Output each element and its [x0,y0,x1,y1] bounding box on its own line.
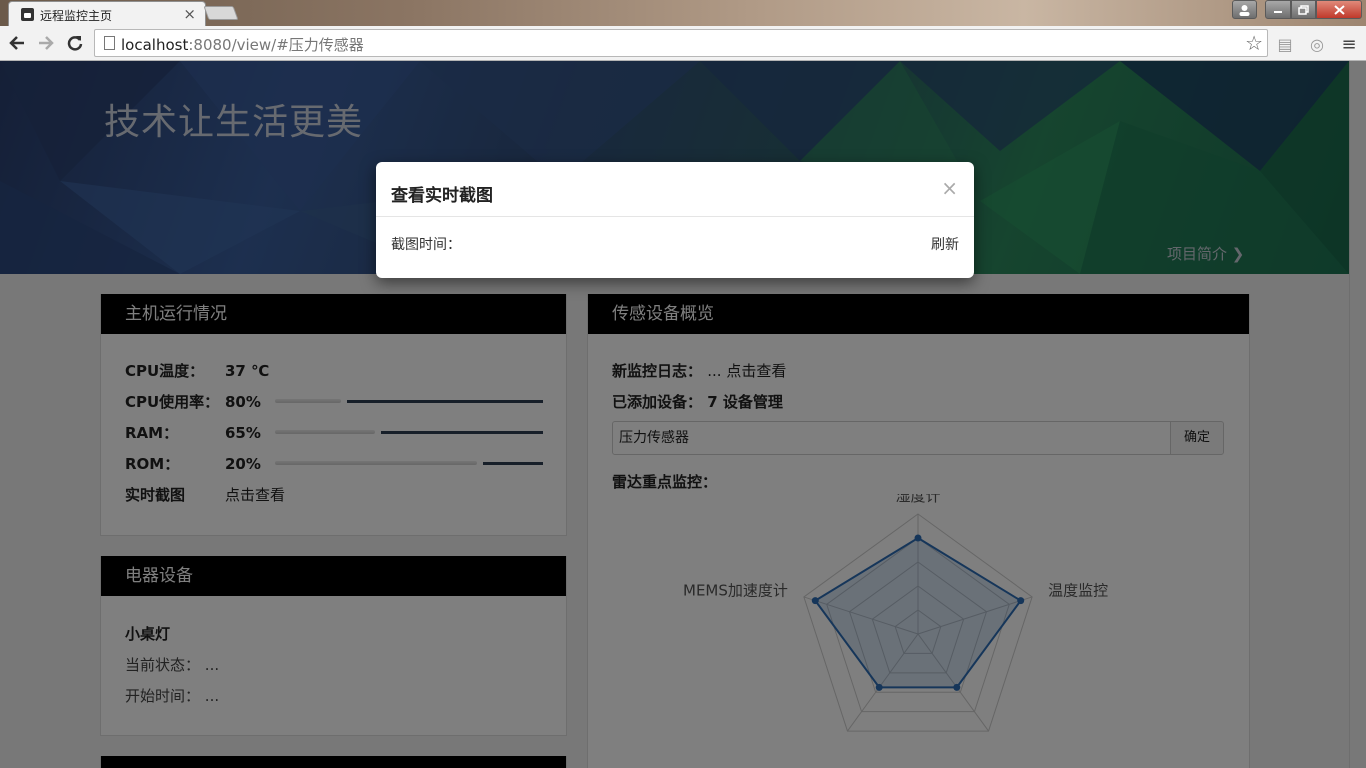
user-profile-button[interactable] [1232,0,1257,19]
modal-title: 查看实时截图 [391,186,493,206]
extension-icon[interactable]: ◎ [1307,34,1327,54]
browser-title-bar: 远程监控主页 × [0,0,1366,26]
bookmark-star-icon[interactable]: ☆ [1245,31,1263,55]
modal-divider [376,216,974,217]
reader-extension-icon[interactable]: ▤ [1275,34,1295,54]
maximize-button[interactable] [1291,0,1316,19]
window-controls [1232,0,1362,19]
url-text: localhost:8080/view/#压力传感器 [121,34,364,55]
screenshot-time-label: 截图时间： [391,237,461,253]
back-arrow-icon [9,36,24,50]
tab-close-icon[interactable]: × [183,5,196,23]
modal-close-icon[interactable]: × [941,176,958,200]
close-icon [1333,4,1345,15]
forward-button[interactable] [34,31,58,55]
user-icon [1239,4,1250,16]
minimize-button[interactable] [1265,0,1291,19]
browser-toolbar: localhost:8080/view/#压力传感器 ☆ ▤ ◎ ≡ [0,26,1366,61]
new-tab-button[interactable] [203,6,239,20]
page-icon [104,36,115,50]
restore-icon [1298,4,1309,15]
url-host: localhost [121,36,189,54]
browser-tab[interactable]: 远程监控主页 × [8,1,206,26]
refresh-button[interactable]: 刷新 [931,234,959,254]
forward-arrow-icon [39,36,54,50]
tab-title: 远程监控主页 [40,9,113,23]
back-button[interactable] [5,31,29,55]
screenshot-modal: 查看实时截图 × 截图时间： 刷新 [376,162,974,278]
menu-icon[interactable]: ≡ [1339,34,1359,55]
reload-button[interactable] [63,31,87,55]
minimize-icon [1274,10,1282,13]
url-path: :8080/view/#压力传感器 [188,36,364,54]
close-window-button[interactable] [1316,0,1362,19]
reload-icon [67,36,83,51]
address-bar[interactable]: localhost:8080/view/#压力传感器 ☆ [94,29,1268,57]
favicon-icon [21,8,34,21]
